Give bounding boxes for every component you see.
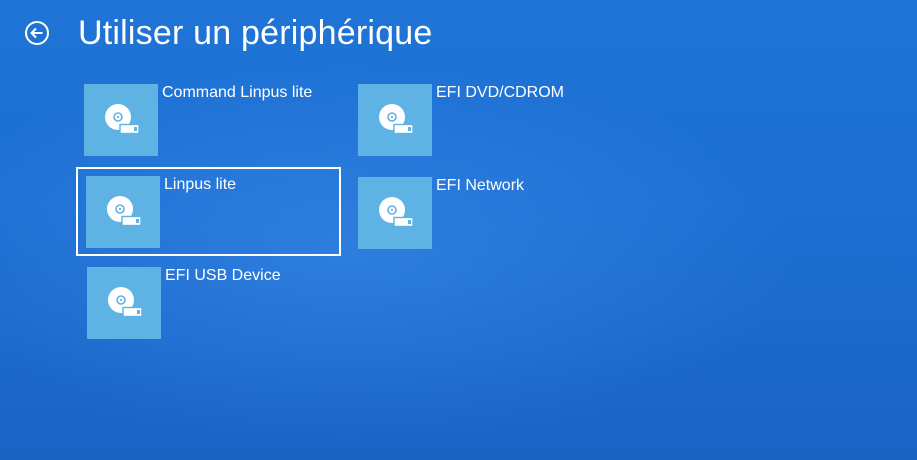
device-label: EFI USB Device <box>165 267 281 284</box>
disk-drive-icon <box>103 192 143 232</box>
tile-icon <box>86 176 160 248</box>
device-label: EFI Network <box>436 177 525 194</box>
page-title: Utiliser un périphérique <box>78 13 433 52</box>
tile-icon <box>358 84 432 156</box>
device-tile-linpus-lite[interactable]: Linpus lite <box>76 167 341 256</box>
device-tile-efi-dvd-cdrom[interactable]: EFI DVD/CDROM <box>358 84 564 156</box>
tile-icon <box>87 267 161 339</box>
header: Utiliser un périphérique <box>24 10 432 56</box>
device-label: Linpus lite <box>164 176 237 193</box>
tile-icon <box>358 177 432 249</box>
device-tile-efi-usb-device[interactable]: EFI USB Device <box>87 267 281 339</box>
back-arrow-circle-icon <box>24 20 50 46</box>
disk-drive-icon <box>104 283 144 323</box>
device-label: Command Linpus lite <box>162 84 313 101</box>
disk-drive-icon <box>375 100 415 140</box>
device-tile-efi-network[interactable]: EFI Network <box>358 177 524 249</box>
device-label: EFI DVD/CDROM <box>436 84 564 101</box>
tile-icon <box>84 84 158 156</box>
back-button[interactable] <box>24 20 50 46</box>
disk-drive-icon <box>375 193 415 233</box>
disk-drive-icon <box>101 100 141 140</box>
device-tile-command-linpus-lite[interactable]: Command Linpus lite <box>84 84 312 156</box>
